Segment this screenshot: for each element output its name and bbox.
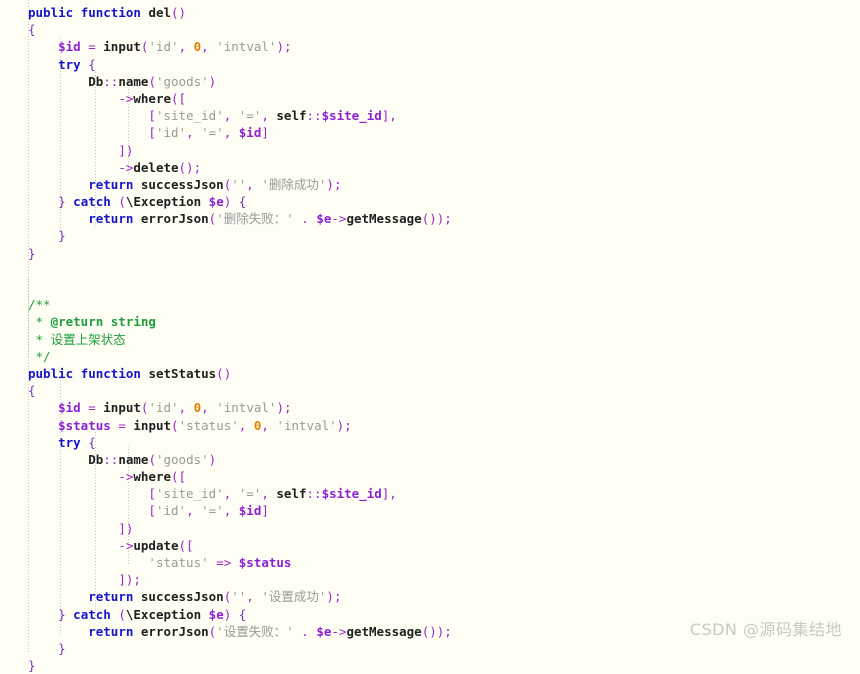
code-line[interactable]: * @return string [0, 313, 860, 330]
code-line[interactable]: ]) [0, 142, 860, 159]
code-line[interactable]: { [0, 382, 860, 399]
code-line[interactable]: ]) [0, 520, 860, 537]
code-line[interactable]: try { [0, 56, 860, 73]
code-line[interactable]: 'status' => $status [0, 554, 860, 571]
code-line[interactable]: ->where([ [0, 90, 860, 107]
code-line-blank[interactable] [0, 262, 860, 279]
code-line[interactable]: } catch (\Exception $e) { [0, 193, 860, 210]
code-line[interactable]: try { [0, 434, 860, 451]
code-line[interactable]: } [0, 227, 860, 244]
code-line[interactable]: ['id', '=', $id] [0, 124, 860, 141]
code-line[interactable]: } [0, 657, 860, 674]
code-line[interactable]: */ [0, 348, 860, 365]
code-line[interactable]: $id = input('id', 0, 'intval'); [0, 399, 860, 416]
code-line[interactable]: ['id', '=', $id] [0, 502, 860, 519]
code-line[interactable]: public function del() [0, 4, 860, 21]
code-lines-container[interactable]: public function del() { $id = input('id'… [0, 0, 860, 674]
code-line[interactable]: * 设置上架状态 [0, 331, 860, 348]
csdn-watermark: CSDN @源码集结地 [689, 620, 842, 639]
code-line[interactable]: $id = input('id', 0, 'intval'); [0, 38, 860, 55]
code-line[interactable]: { [0, 21, 860, 38]
code-line[interactable]: return successJson('', '删除成功'); [0, 176, 860, 193]
code-line[interactable]: public function setStatus() [0, 365, 860, 382]
code-line[interactable]: } [0, 640, 860, 657]
code-line[interactable]: ->where([ [0, 468, 860, 485]
code-line[interactable]: Db::name('goods') [0, 451, 860, 468]
code-line[interactable]: ->delete(); [0, 159, 860, 176]
code-line[interactable]: /** [0, 296, 860, 313]
code-line[interactable]: return successJson('', '设置成功'); [0, 588, 860, 605]
code-line[interactable]: } [0, 245, 860, 262]
code-line[interactable]: ]); [0, 571, 860, 588]
code-line-blank[interactable] [0, 279, 860, 296]
code-line[interactable]: return errorJson('删除失败：' . $e->getMessag… [0, 210, 860, 227]
code-line[interactable]: ->update([ [0, 537, 860, 554]
code-line[interactable]: Db::name('goods') [0, 73, 860, 90]
code-line[interactable]: $status = input('status', 0, 'intval'); [0, 417, 860, 434]
code-line[interactable]: ['site_id', '=', self::$site_id], [0, 107, 860, 124]
code-line[interactable]: ['site_id', '=', self::$site_id], [0, 485, 860, 502]
code-editor-viewport: public function del() { $id = input('id'… [0, 0, 860, 673]
